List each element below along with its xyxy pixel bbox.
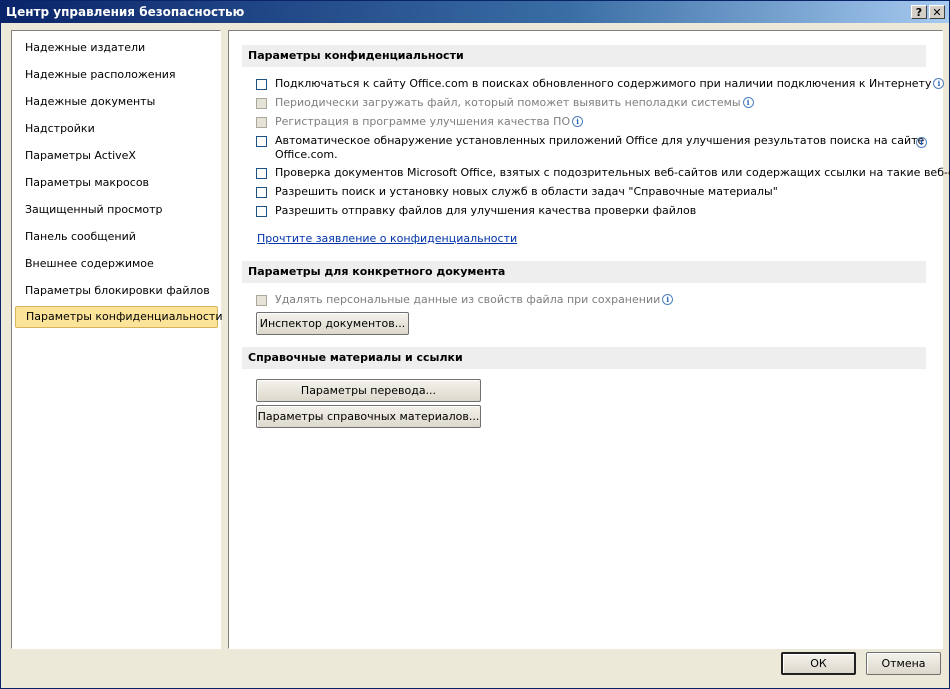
checkbox-ceip — [256, 117, 267, 128]
checkbox-check-documents[interactable] — [256, 168, 267, 179]
sidebar-nav: Надежные издатели Надежные расположения … — [11, 30, 222, 649]
sidebar-item-trusted-locations[interactable]: Надежные расположения — [15, 64, 218, 86]
sidebar-item-addins[interactable]: Надстройки — [15, 118, 218, 140]
ok-button[interactable]: ОК — [781, 652, 856, 675]
section-header-references: Справочные материалы и ссылки — [242, 347, 926, 369]
sidebar-item-trusted-publishers[interactable]: Надежные издатели — [15, 37, 218, 59]
checkbox-remove-personal-info — [256, 295, 267, 306]
sidebar-item-activex[interactable]: Параметры ActiveX — [15, 145, 218, 167]
option-label-detect-apps: Автоматическое обнаружение установленных… — [275, 134, 925, 147]
translation-options-button[interactable]: Параметры перевода... — [256, 379, 481, 402]
trust-center-dialog: Центр управления безопасностью ? ✕ Надеж… — [0, 0, 950, 689]
checkbox-diagnostics — [256, 98, 267, 109]
option-label-diagnostics: Периодически загружать файл, который пом… — [275, 96, 741, 109]
privacy-statement-link[interactable]: Прочтите заявление о конфиденциальности — [257, 232, 517, 245]
option-label-check-documents: Проверка документов Microsoft Office, вз… — [275, 166, 950, 179]
info-icon[interactable]: i — [933, 78, 945, 89]
option-label-remove-personal-info: Удалять персональные данные из свойств ф… — [275, 293, 661, 306]
sidebar-item-file-block[interactable]: Параметры блокировки файлов — [15, 280, 218, 302]
option-row-ceip: Регистрация в программе улучшения качест… — [275, 115, 584, 128]
option-row-office-com-content: Подключаться к сайту Office.com в поиска… — [275, 77, 945, 90]
sidebar-item-privacy-options[interactable]: Параметры конфиденциальности — [15, 306, 222, 328]
info-icon[interactable]: i — [742, 97, 754, 108]
sidebar-item-macros[interactable]: Параметры макросов — [15, 172, 218, 194]
window-title: Центр управления безопасностью — [6, 5, 245, 19]
sidebar-item-message-bar[interactable]: Панель сообщений — [15, 226, 218, 248]
info-icon[interactable]: i — [916, 137, 927, 148]
info-icon[interactable]: i — [662, 294, 674, 305]
option-label-detect-apps-line2: Office.com. — [275, 148, 338, 161]
option-row-diagnostics: Периодически загружать файл, который пом… — [275, 96, 754, 109]
title-bar[interactable]: Центр управления безопасностью ? ✕ — [1, 1, 949, 23]
section-header-privacy: Параметры конфиденциальности — [242, 45, 926, 67]
section-header-document: Параметры для конкретного документа — [242, 261, 926, 283]
sidebar-item-external-content[interactable]: Внешнее содержимое — [15, 253, 218, 275]
content-panel: Параметры конфиденциальности Подключатьс… — [228, 30, 950, 649]
option-label-send-files: Разрешить отправку файлов для улучшения … — [275, 204, 697, 217]
research-options-button[interactable]: Параметры справочных материалов... — [256, 405, 481, 428]
help-button[interactable]: ? — [911, 5, 927, 19]
option-label-office-com-content: Подключаться к сайту Office.com в поиска… — [275, 77, 932, 90]
checkbox-detect-apps[interactable] — [256, 136, 267, 147]
checkbox-research-services[interactable] — [256, 187, 267, 198]
document-inspector-button[interactable]: Инспектор документов... — [256, 312, 409, 335]
cancel-button[interactable]: Отмена — [866, 652, 941, 675]
sidebar-item-trusted-documents[interactable]: Надежные документы — [15, 91, 218, 113]
checkbox-send-files[interactable] — [256, 206, 267, 217]
option-label-ceip: Регистрация в программе улучшения качест… — [275, 115, 571, 128]
option-label-research-services: Разрешить поиск и установку новых служб … — [275, 185, 778, 198]
info-icon[interactable]: i — [572, 116, 584, 127]
close-button[interactable]: ✕ — [929, 5, 945, 19]
sidebar-item-protected-view[interactable]: Защищенный просмотр — [15, 199, 218, 221]
option-row-remove-personal-info: Удалять персональные данные из свойств ф… — [275, 293, 674, 306]
checkbox-office-com-content[interactable] — [256, 79, 267, 90]
